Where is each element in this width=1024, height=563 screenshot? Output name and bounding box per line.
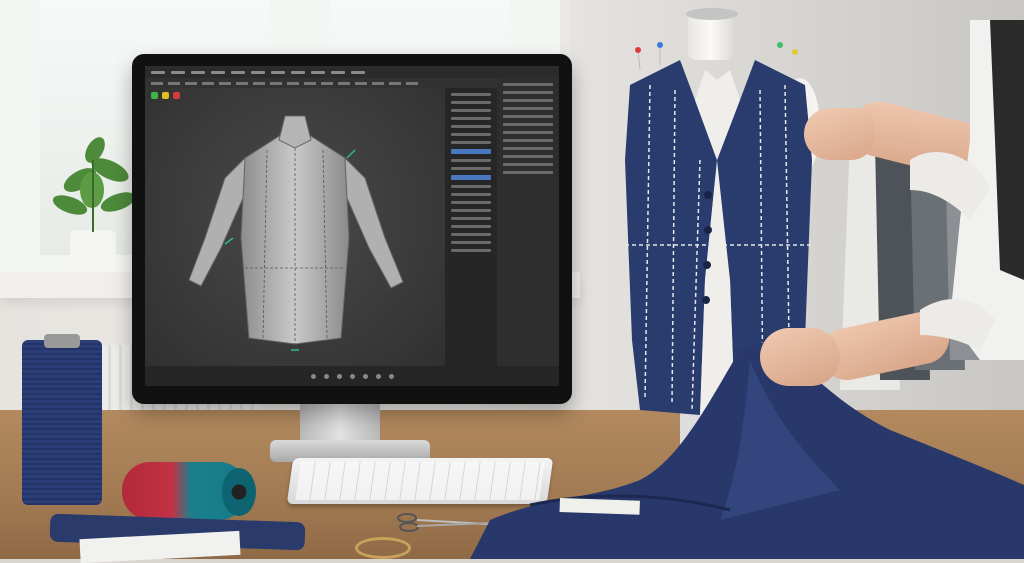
spool-cap: [44, 334, 80, 348]
garment-3d-model[interactable]: [145, 88, 445, 366]
tape-measure-icon: [355, 537, 411, 559]
menu-bar[interactable]: [145, 66, 559, 78]
red-light-icon[interactable]: [173, 92, 180, 99]
dress-form-cap: [686, 8, 738, 20]
status-lights: [151, 92, 180, 99]
tailor-shirt: [910, 20, 1024, 360]
spool-end: [222, 468, 256, 516]
hand: [760, 328, 840, 386]
green-light-icon[interactable]: [151, 92, 158, 99]
navy-thread-spool: [22, 340, 102, 505]
yellow-light-icon[interactable]: [162, 92, 169, 99]
3d-viewport[interactable]: [145, 88, 445, 366]
hand: [804, 108, 874, 160]
